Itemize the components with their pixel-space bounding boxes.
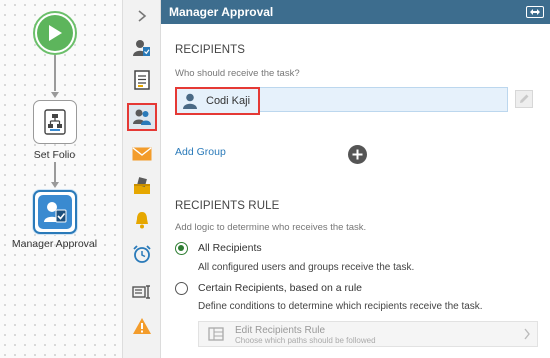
start-node[interactable] — [33, 11, 77, 55]
recipients-tool[interactable] — [127, 103, 157, 131]
chevron-right-icon — [524, 328, 530, 340]
all-recipients-radio[interactable] — [175, 242, 188, 255]
panel-title: Manager Approval — [169, 5, 274, 19]
rule-layout-icon — [208, 327, 224, 341]
participant-icon — [133, 40, 150, 56]
expand-panel-button[interactable] — [526, 6, 544, 18]
workflow-canvas[interactable]: Set Folio Manager Approval — [0, 0, 123, 358]
panel-header: Manager Approval — [161, 0, 550, 24]
set-folio-node[interactable] — [33, 100, 77, 144]
form-icon — [134, 70, 150, 90]
escalation-tool[interactable] — [127, 278, 157, 306]
recipient-name: Codi Kaji — [206, 95, 251, 107]
plus-icon — [352, 149, 363, 160]
form-tool[interactable] — [127, 66, 157, 94]
warning-icon — [133, 318, 151, 334]
all-recipients-description: All configured users and groups receive … — [198, 262, 415, 273]
notification-tool[interactable] — [127, 206, 157, 234]
certain-recipients-label[interactable]: Certain Recipients, based on a rule — [198, 282, 362, 294]
set-folio-label: Set Folio — [33, 149, 76, 161]
timer-tool[interactable] — [127, 240, 157, 268]
manager-approval-label: Manager Approval — [11, 238, 98, 250]
alarm-clock-icon — [133, 245, 151, 263]
certain-recipients-radio[interactable] — [175, 282, 188, 295]
participant-tool[interactable] — [127, 34, 157, 62]
properties-panel: RECIPIENTS Who should receive the task? … — [161, 24, 550, 358]
user-icon — [183, 93, 197, 109]
edit-recipient-button[interactable] — [515, 90, 533, 108]
recipient-chip[interactable]: Codi Kaji — [175, 87, 260, 115]
user-task-icon — [38, 195, 72, 229]
edit-recipients-rule-button[interactable]: Edit Recipients Rule Choose which paths … — [198, 321, 538, 347]
bell-icon — [136, 212, 148, 229]
connector-line — [54, 55, 56, 91]
expand-icon — [530, 9, 540, 15]
warning-tool[interactable] — [127, 312, 157, 340]
connector-line — [54, 162, 56, 182]
pencil-icon — [520, 94, 529, 103]
play-icon — [37, 15, 73, 51]
hierarchy-icon — [38, 105, 72, 139]
connector-arrow — [51, 92, 59, 98]
recipients-rule-heading: RECIPIENTS RULE — [175, 200, 280, 212]
add-group-link[interactable]: Add Group — [175, 146, 226, 158]
edit-rule-subtitle: Choose which paths should be followed — [235, 336, 376, 345]
recipients-hint: Who should receive the task? — [175, 68, 300, 79]
all-recipients-label[interactable]: All Recipients — [198, 242, 262, 254]
properties-toolbar — [123, 0, 161, 358]
vote-tool[interactable] — [127, 172, 157, 200]
recipients-heading: RECIPIENTS — [175, 44, 246, 56]
vote-icon — [134, 177, 150, 194]
recipients-rule-hint: Add logic to determine who receives the … — [175, 222, 367, 233]
recipients-icon — [133, 109, 151, 125]
chevron-right-icon — [138, 10, 147, 22]
edit-rule-title: Edit Recipients Rule — [235, 325, 326, 336]
certain-recipients-description: Define conditions to determine which rec… — [198, 301, 483, 312]
connector-arrow — [51, 182, 59, 188]
email-icon — [132, 147, 152, 161]
email-tool[interactable] — [127, 140, 157, 168]
collapse-button[interactable] — [127, 2, 157, 30]
add-recipient-button[interactable] — [348, 145, 367, 164]
text-cursor-icon — [132, 285, 150, 299]
manager-approval-node[interactable] — [33, 190, 77, 234]
